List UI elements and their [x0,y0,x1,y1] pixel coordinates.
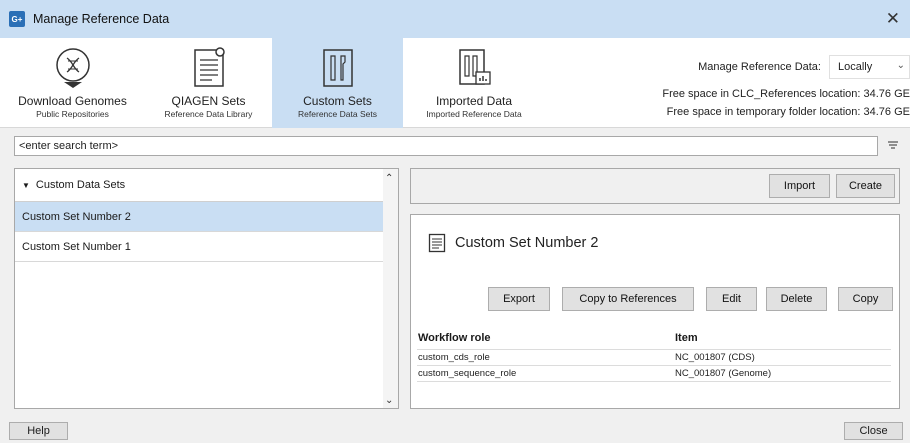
custom-sets-list-panel: ▼ Custom Data Sets Custom Set Number 2 C… [14,168,399,409]
imported-data-icon [459,49,491,85]
tool-label: Custom Sets [303,94,372,108]
close-button[interactable]: Close [844,422,903,440]
download-genomes-tab[interactable]: Download Genomes Public Repositories [0,38,145,128]
tool-label: Imported Data [435,94,513,108]
window-title: Manage Reference Data [33,12,170,26]
table-cell-item: NC_001807 (CDS) [675,352,755,363]
footer-bar: Help Close [0,420,910,443]
search-input[interactable]: <enter search term> [14,136,878,156]
copy-button[interactable]: Copy [838,287,893,311]
tool-label: QIAGEN Sets [171,94,246,108]
workflow-role-header: Workflow role [418,332,491,344]
manage-location-select[interactable]: Locally ⌄ [829,55,910,79]
title-bar: G+ Manage Reference Data ✕ [0,0,910,38]
custom-sets-tab[interactable]: Custom Sets Reference Data Sets [272,38,403,128]
list-item[interactable]: Custom Set Number 2 [15,202,383,232]
custom-data-sets-header[interactable]: ▼ Custom Data Sets [15,169,383,202]
filter-menu-icon[interactable] [886,138,900,152]
tool-sublabel: Imported Reference Data [426,109,522,119]
toolbar: Download Genomes Public Repositories QIA… [0,38,910,128]
help-button[interactable]: Help [9,422,68,440]
item-header: Item [675,332,698,344]
manage-location-value: Locally [838,61,873,73]
tool-sublabel: Reference Data Library [164,109,253,119]
header-label: Custom Data Sets [35,179,126,191]
vertical-scrollbar[interactable]: ⌃ ⌄ [383,169,398,408]
table-divider [417,365,891,366]
table-cell-item: NC_001807 (Genome) [675,368,772,379]
table-cell-role: custom_sequence_role [418,368,517,379]
table-cell-role: custom_cds_role [418,352,490,363]
close-window-button[interactable]: ✕ [886,9,900,29]
actions-bar: Import Create [410,168,900,204]
table-divider [417,349,891,350]
manage-reference-row: Manage Reference Data: Locally ⌄ [698,55,910,79]
list-item-label: Custom Set Number 1 [22,240,131,253]
download-genomes-icon [55,48,90,88]
free-space-references: Free space in CLC_References location: 3… [662,88,910,100]
app-logo-icon: G+ [9,11,25,27]
import-button[interactable]: Import [769,174,830,198]
scroll-down-icon[interactable]: ⌄ [385,395,393,406]
imported-data-tab[interactable]: Imported Data Imported Reference Data [403,38,545,128]
scroll-up-icon[interactable]: ⌃ [385,173,393,184]
free-space-temp: Free space in temporary folder location:… [666,106,910,118]
set-title: Custom Set Number 2 [455,235,599,251]
tool-sublabel: Public Repositories [36,109,109,119]
qiagen-sets-tab[interactable]: QIAGEN Sets Reference Data Library [145,38,272,128]
copy-to-references-button[interactable]: Copy to References [562,287,694,311]
reference-info: Manage Reference Data: Locally ⌄ Free sp… [620,38,910,128]
create-button[interactable]: Create [836,174,895,198]
list-item[interactable]: Custom Set Number 1 [15,232,383,262]
list-item-label: Custom Set Number 2 [22,210,131,223]
custom-sets-icon [322,49,353,87]
delete-button[interactable]: Delete [766,287,827,311]
tool-label: Download Genomes [18,94,127,108]
export-button[interactable]: Export [488,287,550,311]
edit-button[interactable]: Edit [706,287,757,311]
tool-sublabel: Reference Data Sets [298,109,377,119]
manage-reference-label: Manage Reference Data: [698,61,821,73]
qiagen-sets-icon [193,47,225,87]
expand-triangle-icon: ▼ [22,180,30,190]
custom-set-icon [428,233,446,253]
table-divider [417,381,891,382]
chevron-down-icon: ⌄ [896,60,905,71]
set-detail-panel: Custom Set Number 2 Export Copy to Refer… [410,214,900,409]
